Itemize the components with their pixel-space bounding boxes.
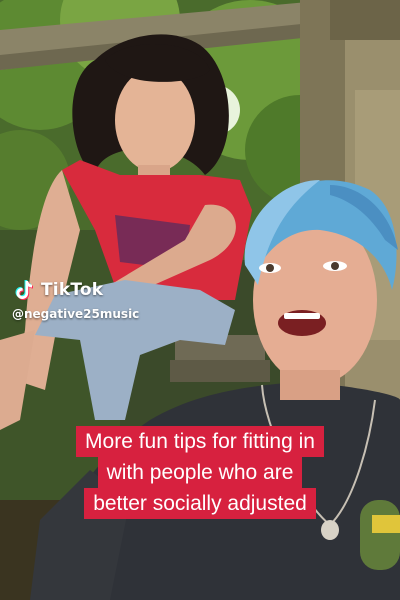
caption-line-2: with people who are bbox=[97, 457, 303, 488]
watermark-handle: @negative25music bbox=[12, 307, 140, 321]
caption-line-1: More fun tips for fitting in bbox=[76, 426, 324, 457]
watermark-brand-row: TikTok bbox=[12, 278, 139, 302]
caption-line-3: better socially adjusted bbox=[84, 488, 316, 519]
caption-overlay: More fun tips for fitting in with people… bbox=[0, 426, 400, 519]
watermark-brand-label: TikTok bbox=[41, 280, 104, 300]
tiktok-watermark: TikTok @negative25music bbox=[12, 278, 139, 321]
tiktok-logo-icon bbox=[12, 278, 36, 302]
